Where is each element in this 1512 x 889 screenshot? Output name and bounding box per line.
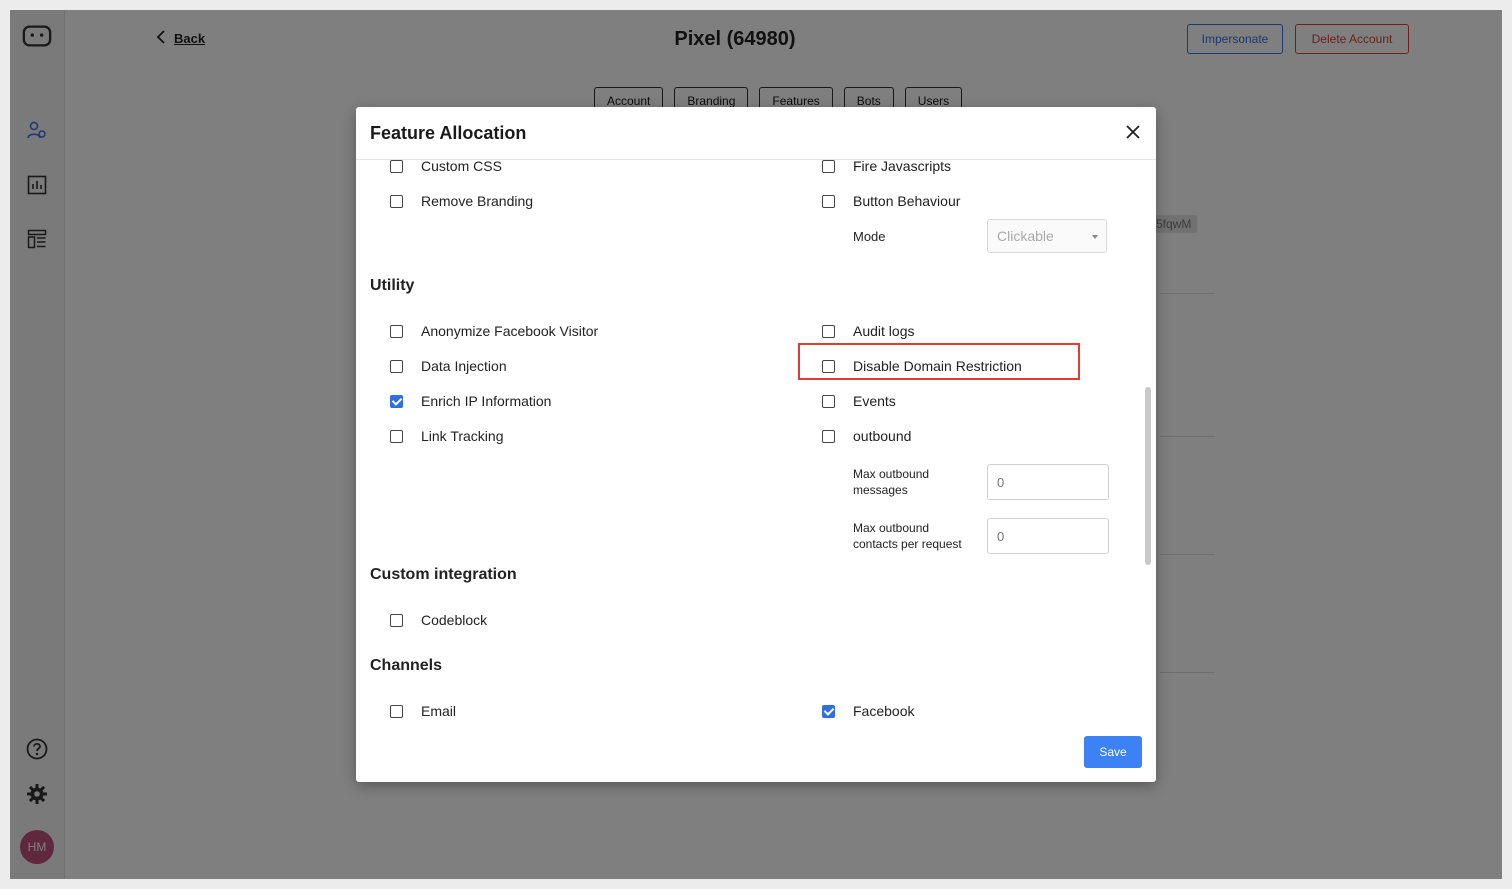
events-checkbox[interactable] <box>822 395 835 408</box>
codeblock-label: Codeblock <box>421 612 488 628</box>
feature-allocation-modal: Feature Allocation Custom CSS Fire Javas… <box>356 107 1156 782</box>
custom-css-checkbox[interactable] <box>390 160 403 173</box>
fire-javascripts-checkbox[interactable] <box>822 160 835 173</box>
link-tracking-label: Link Tracking <box>421 428 504 444</box>
email-checkbox[interactable] <box>390 705 403 718</box>
enrich-ip-label: Enrich IP Information <box>421 393 552 409</box>
modal-scrollbar[interactable] <box>1145 387 1151 565</box>
button-behaviour-checkbox[interactable] <box>822 195 835 208</box>
max-messages-label-line1: Max outbound <box>853 467 930 481</box>
custom-integration-heading: Custom integration <box>370 566 517 583</box>
mode-select[interactable]: Clickable <box>987 219 1107 253</box>
max-contacts-label: Max outbound contacts per request <box>853 520 962 552</box>
anonymize-checkbox[interactable] <box>390 325 403 338</box>
enrich-ip-checkbox[interactable] <box>390 395 403 408</box>
custom-css-label: Custom CSS <box>421 158 502 174</box>
outbound-label: outbound <box>853 428 912 444</box>
remove-branding-checkbox[interactable] <box>390 195 403 208</box>
max-contacts-label-line2: contacts per request <box>853 537 962 551</box>
max-messages-label: Max outbound messages <box>853 466 929 498</box>
fire-javascripts-label: Fire Javascripts <box>853 158 952 174</box>
audit-logs-label: Audit logs <box>853 323 915 339</box>
button-behaviour-label: Button Behaviour <box>853 193 961 209</box>
max-contacts-input[interactable] <box>987 518 1109 554</box>
modal-title: Feature Allocation <box>370 123 527 143</box>
audit-logs-checkbox[interactable] <box>822 325 835 338</box>
max-messages-label-line2: messages <box>853 483 908 497</box>
codeblock-checkbox[interactable] <box>390 614 403 627</box>
modal-header: Feature Allocation <box>356 107 1156 160</box>
email-label: Email <box>421 703 457 719</box>
mode-select-value: Clickable <box>997 228 1054 244</box>
utility-heading: Utility <box>370 277 415 294</box>
channels-heading: Channels <box>370 657 443 674</box>
app-window: HM Back Pixel (64980) Impersonate Delete… <box>10 10 1502 879</box>
data-injection-checkbox[interactable] <box>390 360 403 373</box>
highlight-box <box>798 343 1080 380</box>
outbound-checkbox[interactable] <box>822 430 835 443</box>
remove-branding-label: Remove Branding <box>421 193 534 209</box>
save-button[interactable]: Save <box>1084 736 1142 768</box>
facebook-label: Facebook <box>853 703 915 719</box>
data-injection-label: Data Injection <box>421 358 507 374</box>
max-contacts-label-line1: Max outbound <box>853 521 930 535</box>
facebook-checkbox[interactable] <box>822 705 835 718</box>
max-messages-input[interactable] <box>987 464 1109 500</box>
anonymize-label: Anonymize Facebook Visitor <box>421 323 599 339</box>
events-label: Events <box>853 393 896 409</box>
close-icon[interactable] <box>1124 123 1142 141</box>
mode-label: Mode <box>853 229 886 244</box>
caret-down-icon <box>1092 235 1098 239</box>
link-tracking-checkbox[interactable] <box>390 430 403 443</box>
